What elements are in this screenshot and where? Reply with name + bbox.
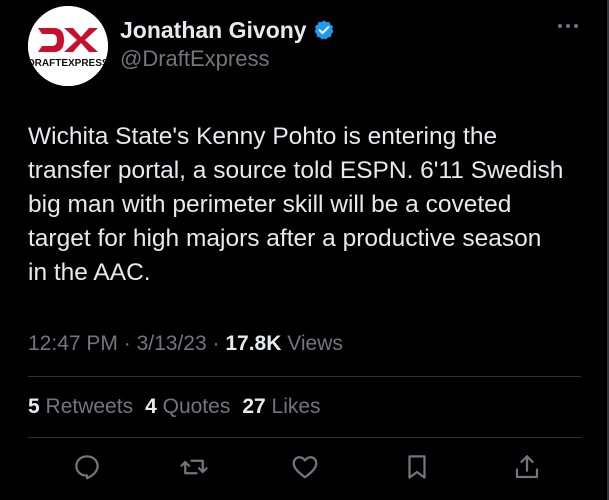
author-handle[interactable]: @DraftExpress xyxy=(120,46,269,72)
views-label: Views xyxy=(287,332,343,355)
meta-separator: · xyxy=(123,332,131,355)
draftexpress-logo: DRAFTEXPRESS xyxy=(28,6,108,86)
tweet-time[interactable]: 12:47 PM xyxy=(28,332,118,355)
share-icon[interactable] xyxy=(512,452,542,482)
author-name-row[interactable]: Jonathan Givony xyxy=(120,14,335,46)
more-horizontal-icon[interactable] xyxy=(555,16,581,36)
retweets-count: 5 xyxy=(28,395,40,418)
svg-text:DRAFTEXPRESS: DRAFTEXPRESS xyxy=(28,58,108,69)
quotes-stat[interactable]: 4 Quotes xyxy=(145,392,230,422)
likes-count: 27 xyxy=(242,395,266,418)
divider xyxy=(28,437,581,438)
quotes-count: 4 xyxy=(145,395,157,418)
author-display-name[interactable]: Jonathan Givony xyxy=(120,17,307,44)
tweet-text: Wichita State's Kenny Pohto is entering … xyxy=(28,123,564,286)
meta-separator: · xyxy=(212,332,220,355)
avatar[interactable]: DRAFTEXPRESS xyxy=(28,6,108,86)
retweets-stat[interactable]: 5 Retweets xyxy=(28,392,133,422)
retweet-icon[interactable] xyxy=(179,452,209,482)
retweets-label: Retweets xyxy=(45,395,134,418)
heart-icon[interactable] xyxy=(290,452,320,482)
tweet-card: DRAFTEXPRESS Jonathan Givony @DraftExpre… xyxy=(0,0,609,500)
likes-stat[interactable]: 27 Likes xyxy=(242,392,320,422)
divider xyxy=(28,376,581,377)
engagement-stats: 5 Retweets 4 Quotes 27 Likes xyxy=(28,392,333,422)
quotes-label: Quotes xyxy=(162,395,231,418)
tweet-date[interactable]: 3/13/23 xyxy=(137,332,207,355)
reply-icon[interactable] xyxy=(72,452,102,482)
views-count: 17.8K xyxy=(225,332,282,355)
verified-badge-icon xyxy=(313,19,335,41)
tweet-meta: 12:47 PM · 3/13/23 · 17.8K Views xyxy=(28,329,343,359)
likes-label: Likes xyxy=(271,395,321,418)
bookmark-icon[interactable] xyxy=(402,452,432,482)
